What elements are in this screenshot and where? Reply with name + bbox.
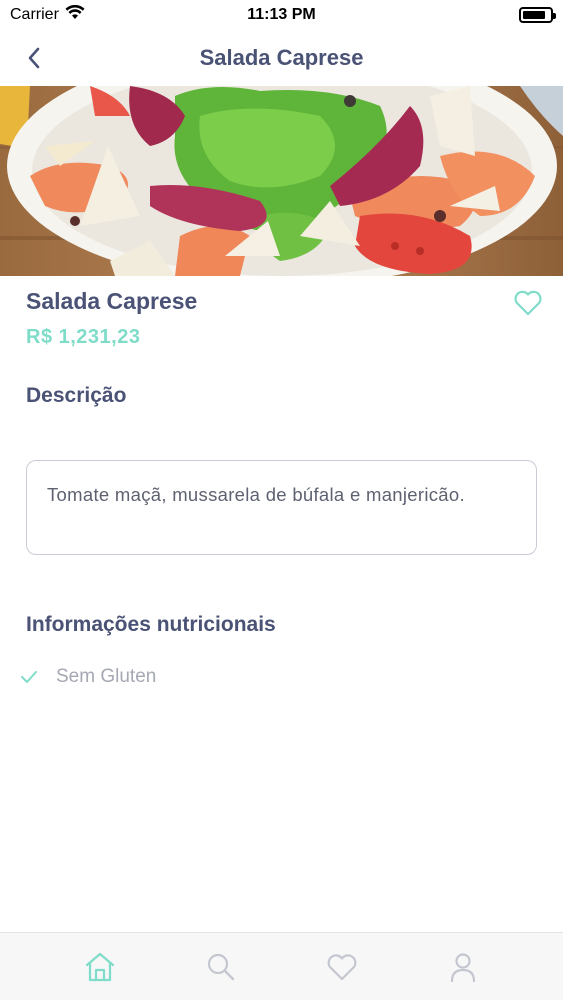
carrier-label: Carrier bbox=[10, 6, 59, 23]
nutrition-item-label: Sem Gluten bbox=[56, 666, 157, 687]
product-name: Salada Caprese bbox=[26, 288, 198, 314]
tab-home[interactable] bbox=[75, 942, 125, 992]
tab-bar bbox=[0, 932, 563, 1000]
status-left: Carrier bbox=[10, 4, 85, 25]
check-icon bbox=[21, 671, 37, 683]
description-title: Descrição bbox=[26, 384, 127, 407]
favorite-button[interactable] bbox=[513, 289, 545, 319]
product-image bbox=[0, 86, 563, 276]
description-box: Tomate maçã, mussarela de búfala e manje… bbox=[26, 460, 537, 555]
user-icon bbox=[450, 952, 475, 982]
back-button[interactable] bbox=[18, 42, 50, 74]
tab-favorites[interactable] bbox=[317, 942, 367, 992]
nutrition-title: Informações nutricionais bbox=[26, 613, 276, 636]
status-bar: Carrier 11:13 PM bbox=[0, 0, 563, 30]
battery-level bbox=[523, 11, 546, 19]
battery-icon bbox=[519, 7, 556, 23]
nutrition-item: Sem Gluten bbox=[20, 666, 156, 688]
chevron-left-icon bbox=[28, 47, 40, 69]
heart-icon bbox=[514, 290, 542, 316]
search-icon bbox=[208, 953, 235, 980]
page-title: Salada Caprese bbox=[199, 45, 364, 70]
navigation-bar: Salada Caprese bbox=[0, 30, 563, 86]
product-price: R$ 1,231,23 bbox=[26, 326, 141, 348]
wifi-icon bbox=[65, 4, 85, 25]
home-icon bbox=[86, 952, 115, 981]
status-time: 11:13 PM bbox=[247, 6, 316, 23]
tab-search[interactable] bbox=[196, 942, 246, 992]
heart-icon bbox=[327, 953, 357, 980]
tab-profile[interactable] bbox=[438, 942, 488, 992]
